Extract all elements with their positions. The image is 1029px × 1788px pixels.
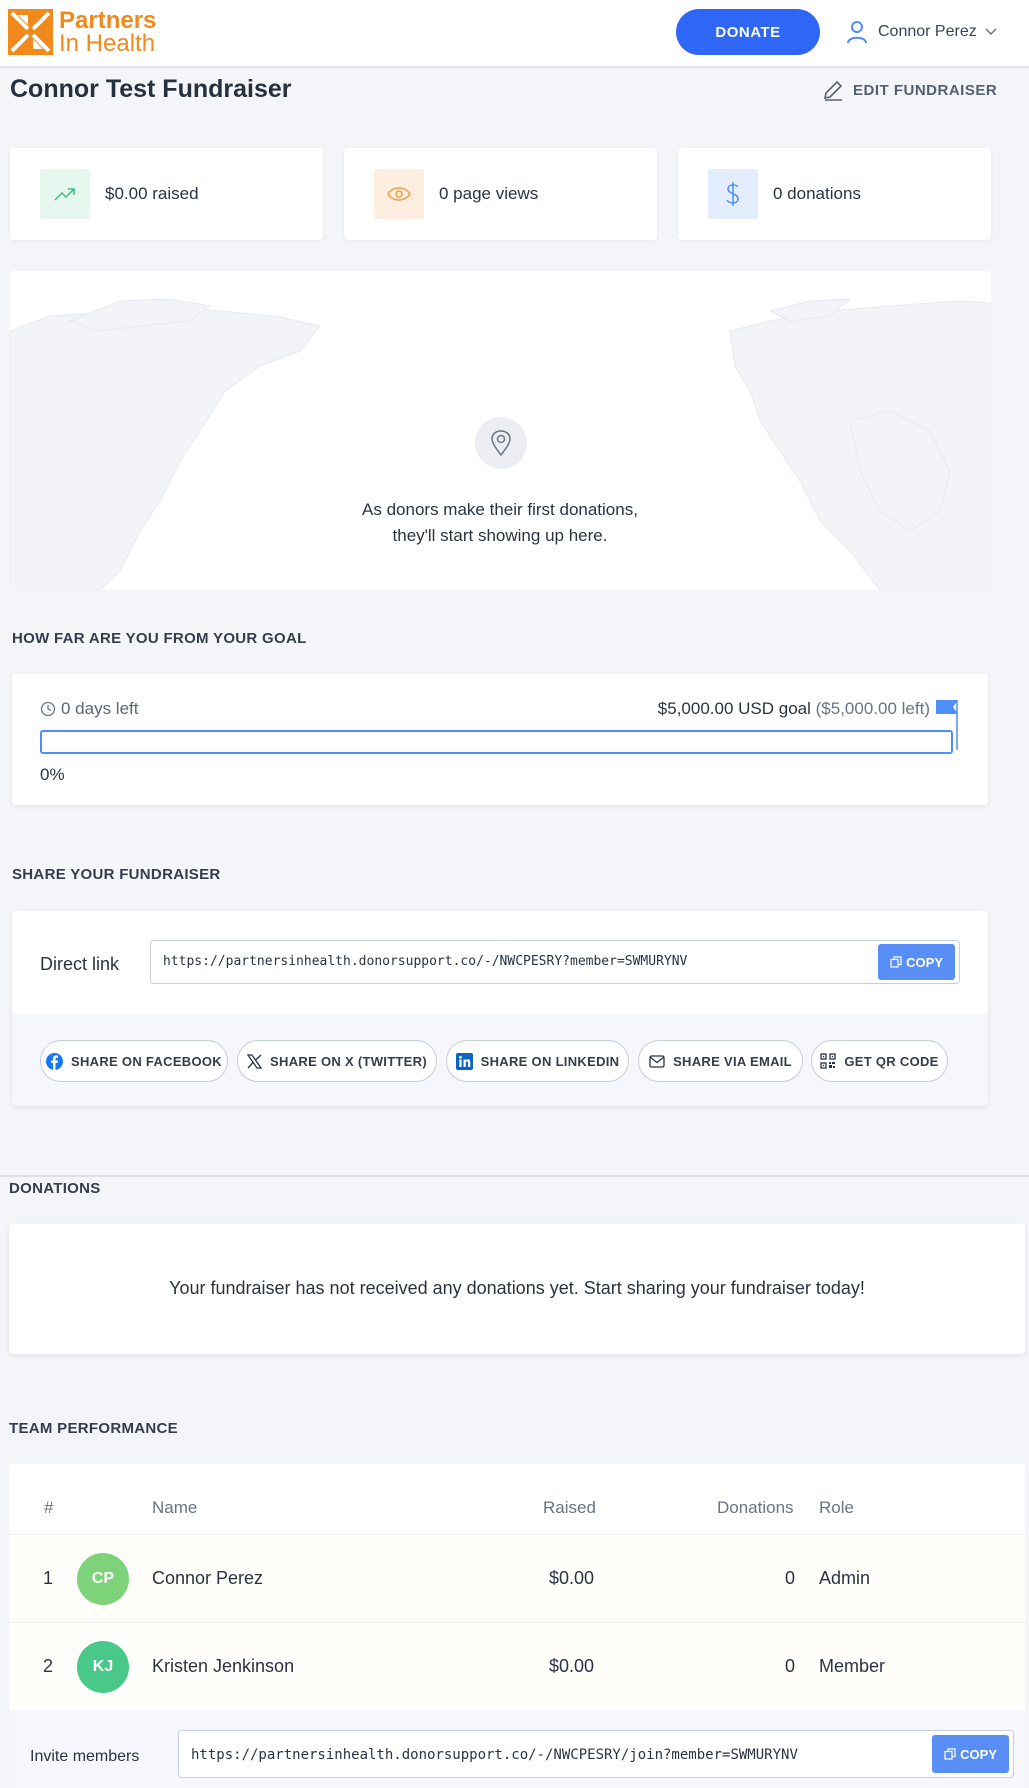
- share-email-label: SHARE VIA EMAIL: [673, 1053, 792, 1069]
- goal-card: 0 days left $5,000.00 USD goal ($5,000.0…: [12, 674, 988, 805]
- goal-percent: 0%: [40, 765, 65, 784]
- column-header-name[interactable]: Name: [152, 1498, 197, 1518]
- donations-card: Your fundraiser has not received any don…: [9, 1224, 1025, 1354]
- donor-map: As donors make their first donations, th…: [10, 271, 991, 590]
- avatar: KJ: [77, 1641, 129, 1693]
- get-qr-code-label: GET QR CODE: [844, 1053, 939, 1069]
- copy-icon: [944, 1748, 956, 1760]
- member-name: Kristen Jenkinson: [152, 1656, 295, 1676]
- share-twitter-label: SHARE ON X (TWITTER): [270, 1053, 427, 1069]
- member-donations: 0: [785, 1568, 796, 1588]
- trending-up-icon: [40, 169, 90, 219]
- map-empty-message: As donors make their first donations, th…: [250, 497, 750, 549]
- clock-icon: [40, 701, 56, 717]
- map-message-line-2: they'll start showing up here.: [392, 526, 608, 545]
- stat-raised-card: $0.00 raised: [10, 148, 323, 240]
- team-table: # Name Raised Donations Role 1 CP Connor…: [9, 1464, 1025, 1788]
- logo-line-1: Partners: [59, 7, 157, 34]
- direct-link-label: Direct link: [40, 954, 120, 974]
- user-menu[interactable]: Connor Perez: [846, 20, 997, 44]
- member-role: Admin: [819, 1568, 871, 1588]
- logo-line-2: In Health: [59, 30, 156, 57]
- map-message-line-1: As donors make their first donations,: [362, 500, 638, 519]
- share-facebook-label: SHARE ON FACEBOOK: [70, 1053, 222, 1069]
- copy-label: COPY: [906, 954, 943, 970]
- share-buttons-row: SHARE ON FACEBOOK SHARE ON X (TWITTER) S…: [12, 1014, 988, 1106]
- copy-icon: [890, 956, 902, 968]
- get-qr-code-button[interactable]: GET QR CODE: [811, 1040, 948, 1082]
- qr-code-icon: [820, 1053, 836, 1069]
- column-header-raised[interactable]: Raised: [543, 1498, 596, 1518]
- invite-link-url: https://partnersinhealth.donorsupport.co…: [191, 1747, 798, 1763]
- column-header-donations[interactable]: Donations: [717, 1498, 794, 1518]
- top-header: Partners In Health DONATE Connor Perez: [0, 0, 1029, 68]
- x-twitter-icon: [247, 1053, 263, 1069]
- row-index: 2: [43, 1656, 54, 1676]
- table-row: 1 CP Connor Perez $0.00 0 Admin: [9, 1534, 1025, 1622]
- invite-link-field[interactable]: https://partnersinhealth.donorsupport.co…: [178, 1730, 1014, 1778]
- direct-link-url: https://partnersinhealth.donorsupport.co…: [163, 954, 688, 969]
- days-left: 0 days left: [40, 699, 139, 719]
- user-icon: [847, 21, 867, 44]
- copy-direct-link-button[interactable]: COPY: [878, 944, 955, 980]
- eye-icon: [374, 169, 424, 219]
- stat-donations-text: 0 donations: [773, 184, 861, 203]
- donate-button[interactable]: DONATE: [676, 9, 820, 55]
- share-card: Direct link https://partnersinhealth.don…: [12, 911, 988, 1106]
- share-facebook-button[interactable]: SHARE ON FACEBOOK: [40, 1040, 228, 1082]
- mail-icon: [649, 1054, 665, 1068]
- member-raised: $0.00: [549, 1656, 595, 1676]
- direct-link-field[interactable]: https://partnersinhealth.donorsupport.co…: [150, 940, 960, 984]
- days-left-text: 0 days left: [61, 699, 139, 718]
- stat-page-views-card: 0 page views: [344, 148, 657, 240]
- row-index: 1: [43, 1568, 54, 1588]
- table-row: 2 KJ Kristen Jenkinson $0.00 0 Member: [9, 1622, 1025, 1710]
- page-title: Connor Test Fundraiser: [10, 75, 292, 103]
- donations-section-label: DONATIONS: [9, 1180, 101, 1197]
- stat-raised-text: $0.00 raised: [105, 184, 199, 203]
- stat-donations-card: 0 donations: [678, 148, 991, 240]
- invite-members-label: Invite members: [30, 1748, 140, 1765]
- pencil-icon: [823, 80, 843, 101]
- edit-fundraiser-label: EDIT FUNDRAISER: [853, 81, 998, 99]
- dollar-icon: [708, 169, 758, 219]
- goal-progress-bar: [40, 730, 953, 754]
- copy-label: COPY: [960, 1746, 997, 1762]
- member-role: Member: [819, 1656, 886, 1676]
- member-raised: $0.00: [549, 1568, 595, 1588]
- logo-text: Partners In Health: [59, 7, 157, 57]
- donations-empty-message: Your fundraiser has not received any don…: [169, 1278, 865, 1298]
- copy-invite-link-button[interactable]: COPY: [932, 1735, 1009, 1773]
- share-twitter-button[interactable]: SHARE ON X (TWITTER): [237, 1040, 437, 1082]
- facebook-icon: [45, 1052, 63, 1070]
- team-section-label: TEAM PERFORMANCE: [9, 1420, 178, 1437]
- goal-left-text: ($5,000.00 left): [815, 699, 930, 718]
- logo-mark-icon: [8, 9, 53, 55]
- goal-amount-text: $5,000.00 USD goal: [657, 699, 811, 718]
- map-pin-icon: [475, 417, 527, 469]
- linkedin-icon: [455, 1052, 473, 1070]
- stat-page-views-text: 0 page views: [439, 184, 539, 203]
- member-donations: 0: [785, 1656, 796, 1676]
- share-section-label: SHARE YOUR FUNDRAISER: [12, 866, 221, 883]
- user-name: Connor Perez: [878, 23, 977, 40]
- share-linkedin-label: SHARE ON LINKEDIN: [480, 1053, 620, 1069]
- goal-amount: $5,000.00 USD goal ($5,000.00 left): [658, 699, 930, 719]
- share-email-button[interactable]: SHARE VIA EMAIL: [638, 1040, 803, 1082]
- edit-fundraiser-button[interactable]: EDIT FUNDRAISER: [822, 79, 997, 101]
- column-header-index: #: [44, 1498, 54, 1517]
- avatar: CP: [77, 1553, 129, 1605]
- chevron-down-icon: [985, 28, 997, 36]
- section-divider: [0, 1175, 1029, 1177]
- invite-members-row: Invite members https://partnersinhealth.…: [9, 1710, 1025, 1788]
- goal-section-label: HOW FAR ARE YOU FROM YOUR GOAL: [12, 630, 307, 647]
- partners-in-health-logo[interactable]: Partners In Health: [8, 7, 157, 57]
- member-name: Connor Perez: [152, 1568, 264, 1588]
- column-header-role[interactable]: Role: [819, 1498, 854, 1518]
- share-linkedin-button[interactable]: SHARE ON LINKEDIN: [446, 1040, 629, 1082]
